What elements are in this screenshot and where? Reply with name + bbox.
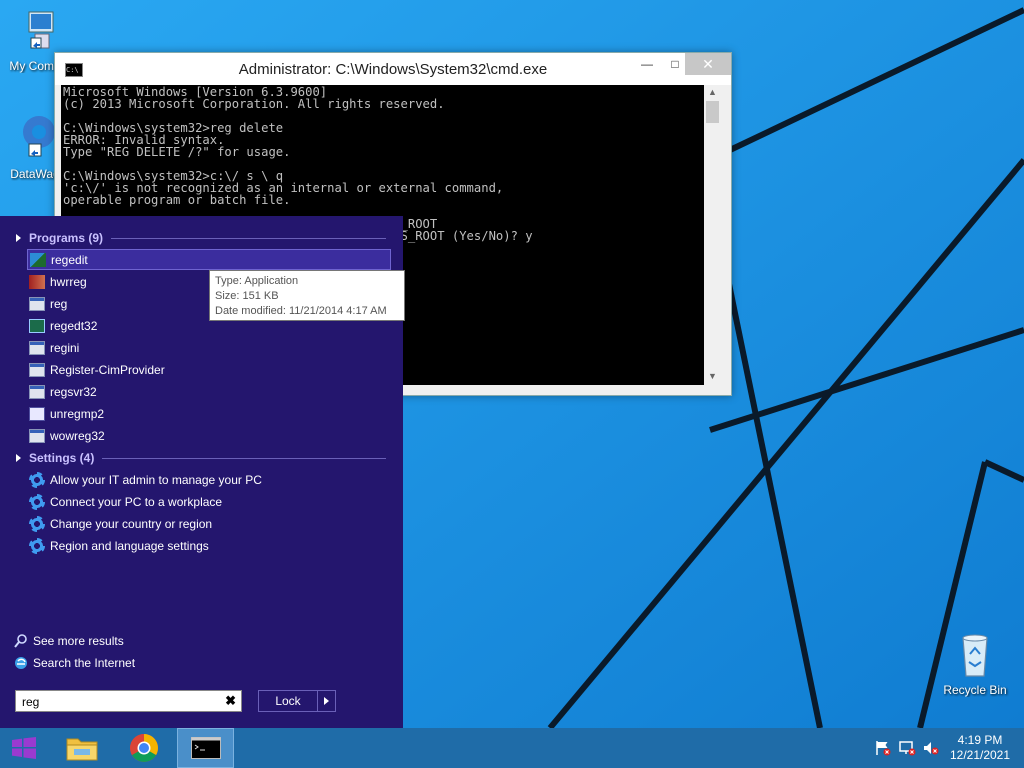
chrome-icon xyxy=(130,734,158,762)
tooltip-size: Size: 151 KB xyxy=(215,290,279,302)
program-result-register-cimprovider[interactable]: Register-CimProvider xyxy=(27,359,391,380)
expand-arrow-icon xyxy=(16,454,21,462)
result-label: Change your country or region xyxy=(50,516,213,531)
see-more-label: See more results xyxy=(33,634,124,648)
taskbar: 4:19 PM 12/21/2021 xyxy=(0,728,1024,768)
search-input[interactable] xyxy=(20,692,219,712)
app-window-icon xyxy=(29,340,45,355)
lock-button[interactable]: Lock xyxy=(258,690,336,712)
internet-explorer-icon xyxy=(15,657,27,669)
result-label: Register-CimProvider xyxy=(50,362,165,377)
settings-gear-icon xyxy=(29,471,45,488)
regedit-tooltip: Type: Application Size: 151 KB Date modi… xyxy=(209,270,405,321)
result-label: regsvr32 xyxy=(50,384,97,399)
tooltip-date-modified: Date modified: 11/21/2014 4:17 AM xyxy=(215,305,387,317)
computer-icon xyxy=(28,11,54,49)
programs-header-label: Programs (9) xyxy=(29,231,104,245)
result-label: regedit xyxy=(51,252,88,267)
result-label: Region and language settings xyxy=(50,538,209,553)
divider xyxy=(102,457,386,459)
program-result-regini[interactable]: regini xyxy=(27,337,391,358)
expand-arrow-icon xyxy=(16,234,21,242)
magnifier-icon xyxy=(14,634,27,648)
recycle-bin-shortcut[interactable]: Recycle Bin xyxy=(940,630,1010,697)
programs-section-header[interactable]: Programs (9) xyxy=(16,230,386,246)
action-center-flag-icon[interactable] xyxy=(874,740,892,756)
search-box[interactable]: ✖ xyxy=(15,690,242,712)
regedt32-icon xyxy=(29,318,45,333)
datawag-gear-icon xyxy=(23,116,55,157)
command-prompt-icon xyxy=(190,737,221,759)
desktop-icon-label: Recycle Bin xyxy=(943,683,1007,697)
taskbar-file-explorer[interactable] xyxy=(54,728,110,768)
clock-time: 4:19 PM xyxy=(957,733,1003,747)
unregmp2-icon xyxy=(29,406,45,421)
regedit-icon xyxy=(30,252,46,267)
clear-search-icon[interactable]: ✖ xyxy=(225,693,236,709)
scroll-up-arrow-icon[interactable]: ▲ xyxy=(704,87,721,97)
result-label: hwrreg xyxy=(50,274,87,289)
windows-logo-icon xyxy=(12,737,36,759)
hwrreg-icon xyxy=(29,274,45,289)
app-window-icon xyxy=(29,384,45,399)
console-line: operable program or batch file. xyxy=(63,193,291,207)
setting-result-country-region[interactable]: Change your country or region xyxy=(27,513,391,534)
cmd-window-title: Administrator: C:\Windows\System32\cmd.e… xyxy=(238,61,548,78)
settings-header-label: Settings (4) xyxy=(29,451,95,465)
result-label: regedt32 xyxy=(50,318,98,333)
program-result-wowreg32[interactable]: wowreg32 xyxy=(27,425,391,446)
search-internet-label: Search the Internet xyxy=(33,656,136,670)
console-line: Type "REG DELETE /?" for usage. xyxy=(63,145,291,159)
result-label: unregmp2 xyxy=(50,406,105,421)
program-result-unregmp2[interactable]: unregmp2 xyxy=(27,403,391,424)
divider xyxy=(111,237,386,239)
app-window-icon xyxy=(29,428,45,443)
scroll-down-arrow-icon[interactable]: ▼ xyxy=(704,371,721,381)
result-label: Allow your IT admin to manage your PC xyxy=(50,472,262,487)
result-label: Connect your PC to a workplace xyxy=(50,494,223,509)
cmd-vertical-scrollbar[interactable]: ▲ ▼ xyxy=(704,85,721,385)
settings-section-header[interactable]: Settings (4) xyxy=(16,450,386,466)
setting-result-region-language[interactable]: Region and language settings xyxy=(27,535,391,556)
program-result-regedit[interactable]: regedit xyxy=(27,249,391,270)
cmd-titlebar[interactable]: C:\ Administrator: C:\Windows\System32\c… xyxy=(55,53,731,85)
start-button[interactable] xyxy=(0,728,48,768)
setting-result-connect-workplace[interactable]: Connect your PC to a workplace xyxy=(27,491,391,512)
lock-label: Lock xyxy=(259,691,318,711)
network-icon[interactable] xyxy=(898,740,916,756)
search-internet-link[interactable]: Search the Internet xyxy=(14,654,135,672)
see-more-results-link[interactable]: See more results xyxy=(14,632,124,650)
lock-options-arrow-icon[interactable] xyxy=(318,691,335,711)
console-line: (c) 2013 Microsoft Corporation. All righ… xyxy=(63,97,445,111)
tooltip-type: Type: Application xyxy=(215,275,299,287)
program-result-regsvr32[interactable]: regsvr32 xyxy=(27,381,391,402)
taskbar-clock[interactable]: 4:19 PM 12/21/2021 xyxy=(944,733,1016,763)
result-label: wowreg32 xyxy=(50,428,105,443)
settings-gear-icon xyxy=(29,515,45,532)
close-button[interactable]: ✕ xyxy=(685,53,731,75)
settings-gear-icon xyxy=(29,537,45,554)
setting-result-it-admin[interactable]: Allow your IT admin to manage your PC xyxy=(27,469,391,490)
clock-date: 12/21/2021 xyxy=(949,748,1011,762)
folder-icon xyxy=(66,738,98,761)
volume-muted-icon[interactable] xyxy=(922,740,940,756)
result-label: reg xyxy=(50,296,68,311)
settings-gear-icon xyxy=(29,493,45,510)
app-window-icon xyxy=(29,296,45,311)
app-window-icon xyxy=(29,362,45,377)
scrollbar-thumb[interactable] xyxy=(706,101,719,123)
result-label: regini xyxy=(50,340,80,355)
taskbar-command-prompt[interactable] xyxy=(177,728,234,768)
minimize-button[interactable]: — xyxy=(633,53,661,75)
recycle-bin-icon xyxy=(962,634,988,677)
taskbar-chrome[interactable] xyxy=(116,728,172,768)
